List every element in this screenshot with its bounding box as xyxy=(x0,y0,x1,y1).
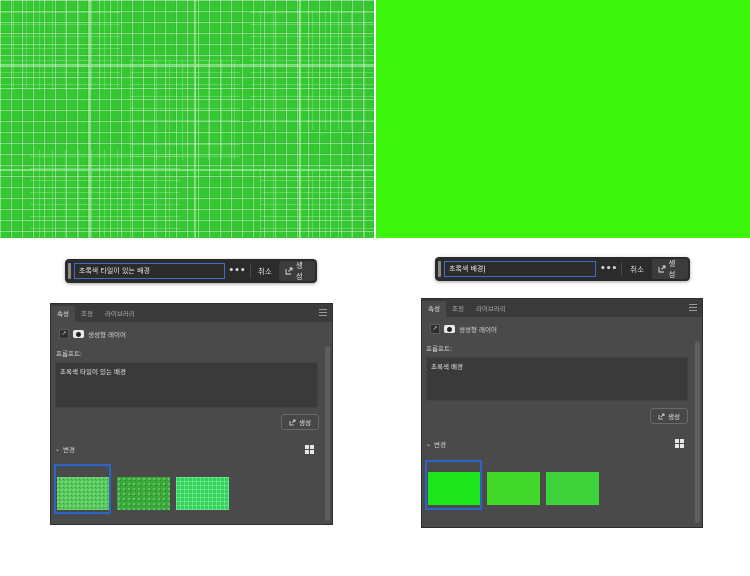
cancel-button[interactable]: 취소 xyxy=(250,266,279,277)
cancel-button[interactable]: 취소 xyxy=(622,264,651,275)
variation-thumbnail-3[interactable] xyxy=(176,477,229,510)
generated-image-tiles xyxy=(0,0,374,238)
layer-name: 생성형 레이어 xyxy=(88,331,126,339)
panel-tabs: 속성 조정 라이브러리 xyxy=(422,299,702,317)
panel-tabs: 속성 조정 라이브러리 xyxy=(51,304,332,322)
selected-variation-frame xyxy=(54,464,111,514)
chevron-down-icon: ⌄ xyxy=(426,440,432,448)
grid-view-icon[interactable] xyxy=(305,445,314,454)
properties-panel: 속성 조정 라이브러리 ↗ 생성형 레이어 프롬프트: 초록색 타일이 있는 배… xyxy=(50,303,333,525)
prompt-input[interactable]: 초록색 배경| xyxy=(443,261,596,277)
generate-label: 생성 xyxy=(668,259,676,279)
scrollbar[interactable] xyxy=(695,341,700,523)
prompt-bar: 초록색 배경| ••• 취소 생성 xyxy=(435,257,690,281)
variation-thumbnail-2[interactable] xyxy=(487,472,540,505)
selected-variation-frame xyxy=(425,460,482,510)
scrollbar[interactable] xyxy=(325,346,330,521)
mask-icon xyxy=(444,325,455,333)
grid-view-icon[interactable] xyxy=(675,439,684,448)
prompt-bar: 초록색 타일이 있는 배경 ••• 취소 생성 xyxy=(65,259,317,283)
layer-info: ↗ 생성형 레이어 xyxy=(51,325,332,343)
panel-generate-label: 생성 xyxy=(668,413,680,421)
drag-handle[interactable] xyxy=(438,261,441,277)
prompt-input-text: 초록색 배경 xyxy=(448,265,484,273)
variation-thumbnail-3[interactable] xyxy=(546,472,599,505)
variations-header[interactable]: ⌄ 변경 xyxy=(55,444,75,455)
open-external-icon xyxy=(285,267,293,275)
tab-adjustments[interactable]: 조정 xyxy=(446,301,470,317)
drag-handle[interactable] xyxy=(68,263,71,279)
properties-panel: 속성 조정 라이브러리 ↗ 생성형 레이어 프롬프트: 초록색 배경 생성 ⌄ … xyxy=(421,298,703,528)
variations-header[interactable]: ⌄ 변경 xyxy=(426,439,446,450)
variation-thumbnail-2[interactable] xyxy=(117,477,170,510)
mask-icon xyxy=(73,330,84,338)
tab-libraries[interactable]: 라이브러리 xyxy=(99,306,141,322)
tile-pattern xyxy=(0,0,374,238)
prompt-label: 프롬프트: xyxy=(426,345,453,353)
panel-generate-button[interactable]: 생성 xyxy=(650,408,688,424)
variations-label: 변경 xyxy=(63,446,75,454)
layer-info: ↗ 생성형 레이어 xyxy=(422,320,702,338)
variations-label: 변경 xyxy=(434,441,446,449)
generate-button[interactable]: 생성 xyxy=(279,261,315,281)
more-icon[interactable]: ••• xyxy=(225,266,250,276)
prompt-textarea[interactable]: 초록색 배경 xyxy=(426,357,688,401)
layer-icon: ↗ xyxy=(59,329,69,339)
panel-generate-label: 생성 xyxy=(299,419,311,427)
prompt-input[interactable]: 초록색 타일이 있는 배경 xyxy=(73,263,225,279)
generate-label: 생성 xyxy=(295,261,303,281)
panel-generate-button[interactable]: 생성 xyxy=(281,414,319,430)
layer-icon: ↗ xyxy=(430,324,440,334)
tab-adjustments[interactable]: 조정 xyxy=(75,306,99,322)
layer-name: 생성형 레이어 xyxy=(459,326,497,334)
more-icon[interactable]: ••• xyxy=(596,264,621,274)
open-external-icon xyxy=(289,419,296,425)
tab-libraries[interactable]: 라이브러리 xyxy=(470,301,512,317)
tab-properties[interactable]: 속성 xyxy=(422,301,446,317)
menu-icon[interactable] xyxy=(689,304,697,313)
tab-properties[interactable]: 속성 xyxy=(51,306,75,322)
prompt-textarea[interactable]: 초록색 타일이 있는 배경 xyxy=(55,362,318,408)
open-external-icon xyxy=(658,265,666,273)
generate-button[interactable]: 생성 xyxy=(651,259,688,279)
menu-icon[interactable] xyxy=(319,309,327,318)
open-external-icon xyxy=(658,413,665,419)
chevron-down-icon: ⌄ xyxy=(55,445,61,453)
prompt-label: 프롬프트: xyxy=(56,350,83,358)
generated-image-solid xyxy=(376,0,750,238)
